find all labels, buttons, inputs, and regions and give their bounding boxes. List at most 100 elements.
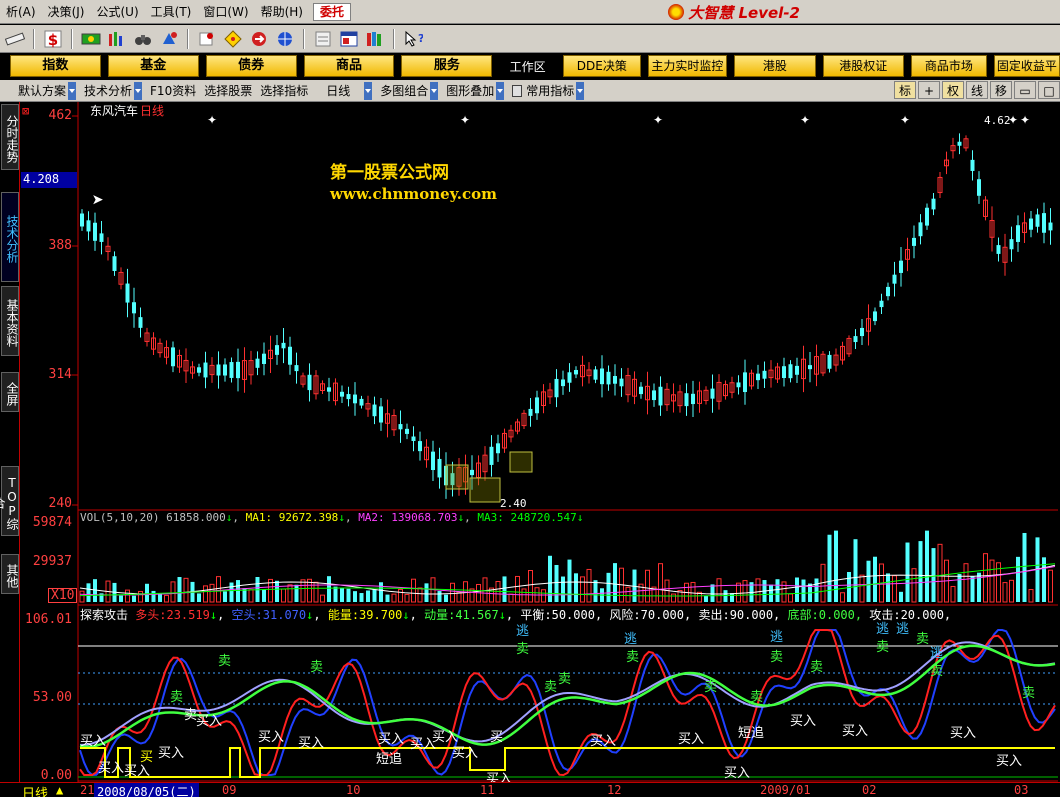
candle-down [1016, 225, 1020, 242]
volume-bar-down [366, 590, 370, 602]
candle-down [658, 386, 663, 406]
candle-down [1009, 239, 1014, 250]
candle-down [340, 391, 344, 397]
down-arrow-icon: ↓ [225, 511, 233, 524]
candle-down [398, 424, 403, 430]
candle-down [262, 353, 266, 364]
volume-bar-down [853, 539, 858, 602]
volume-bar-up [983, 553, 988, 603]
volume-bar-down [86, 583, 91, 602]
volume-bar-down [918, 541, 923, 602]
app-window: 析(A) 决策(J) 公式(U) 工具(T) 窗口(W) 帮助(H) 委托 大智… [0, 0, 1060, 797]
down-arrow-icon: ↓ [209, 608, 218, 622]
watermark-url: www.chnmoney.com [330, 185, 497, 203]
highlight-box [469, 477, 501, 503]
volume-bar-down [346, 588, 351, 602]
field-energy-label: 能量: [327, 608, 360, 622]
volume-bar-down [593, 580, 598, 602]
volume-bar-up [937, 543, 943, 603]
volume-bar-up [521, 588, 527, 603]
volume-bar-up [892, 575, 897, 603]
volume-bar-up [911, 568, 917, 603]
field-energy-value: 39.700 [359, 608, 403, 622]
candle-down [1029, 218, 1033, 230]
ind-tick-mid: 53.00 [32, 690, 72, 705]
period-toggle-icon[interactable]: ▲ [56, 783, 63, 797]
field-long-label: 多头: [135, 608, 167, 622]
candle-down [853, 336, 858, 343]
volume-bar-down [132, 595, 136, 602]
signal-label: 买入 [724, 766, 751, 781]
candle-down [619, 378, 624, 387]
signal-label: 卖 [930, 664, 944, 679]
volume-bar-down [574, 573, 578, 602]
candle-down [112, 256, 117, 271]
volume-bar-down [1042, 557, 1046, 602]
price-tick-388: 388 [48, 238, 72, 253]
volume-bar-down [775, 579, 780, 602]
date-tick: 21 [80, 783, 95, 797]
candle-down [288, 346, 292, 365]
chart-canvas[interactable]: ✦ ✦ ✦ ✦ ✦ ✦ ✦ [0, 0, 1060, 797]
candle-down [593, 369, 598, 380]
volume-bar-up [1009, 579, 1014, 603]
volume-bar-down [229, 582, 234, 602]
candle-down [229, 362, 234, 378]
volume-bar-down [379, 582, 383, 602]
volume-bar-up [586, 568, 592, 603]
volume-bar-down [899, 591, 903, 602]
volume-bar-down [359, 593, 364, 602]
candle-down [879, 300, 884, 308]
candle-down [931, 198, 936, 210]
volume-bar-down [1016, 556, 1020, 602]
candle-down [788, 364, 793, 379]
volume-bar-up [216, 576, 221, 603]
volume-bar-up [287, 584, 293, 603]
candle-down [86, 220, 91, 232]
volume-bar-down [827, 534, 832, 602]
volume-bar-down [340, 588, 344, 602]
signal-label: 买入 [996, 754, 1023, 769]
volume-bar-up [788, 593, 793, 603]
volume-bar-down [801, 579, 806, 602]
volume-bar-down [502, 576, 507, 602]
volume-bar-down [197, 593, 201, 602]
volume-bar-down [372, 589, 377, 602]
vol-unit: X10 [48, 588, 78, 603]
vol-value: 61858.000 [166, 511, 226, 524]
volume-bar-down [177, 577, 182, 602]
volume-bar-down [327, 576, 331, 602]
event-marker-icon: ✦ [1020, 113, 1030, 127]
signal-label: 卖 [876, 640, 890, 655]
signal-label: 短追 [738, 726, 765, 741]
volume-bar-up [645, 569, 650, 603]
signal-label: 短追 [376, 752, 403, 767]
high-price-label: 4.62 [984, 114, 1011, 127]
signal-label: 买入 [790, 714, 817, 729]
volume-bar-down [145, 583, 149, 602]
volume-bar-up [742, 580, 748, 603]
candle-down [275, 345, 279, 355]
candle-down [756, 373, 760, 381]
volume-bar-down [905, 542, 910, 602]
candle-down [925, 207, 929, 226]
volume-bar-down [262, 589, 266, 602]
volume-bar-down [606, 572, 611, 602]
signal-label: 卖 [558, 672, 572, 687]
highlight-box [445, 464, 469, 490]
volume-bar-up [391, 593, 397, 603]
date-axis-period: 日线 [22, 787, 49, 797]
volume-bar-up [950, 585, 956, 603]
candle-down [606, 371, 611, 385]
event-marker-icon: ✦ [800, 113, 810, 127]
signal-label: 买入 [298, 736, 325, 751]
down-arrow-icon: ↓ [306, 608, 314, 622]
volume-bar-up [580, 576, 585, 603]
volume-bar-up [541, 589, 546, 603]
volume-bar-up [320, 594, 325, 603]
candle-down [353, 394, 357, 404]
field-bottom-label: 底部: [787, 608, 819, 622]
date-tick: 11 [480, 783, 495, 797]
candle-down [125, 283, 130, 303]
candle-down [574, 369, 578, 375]
